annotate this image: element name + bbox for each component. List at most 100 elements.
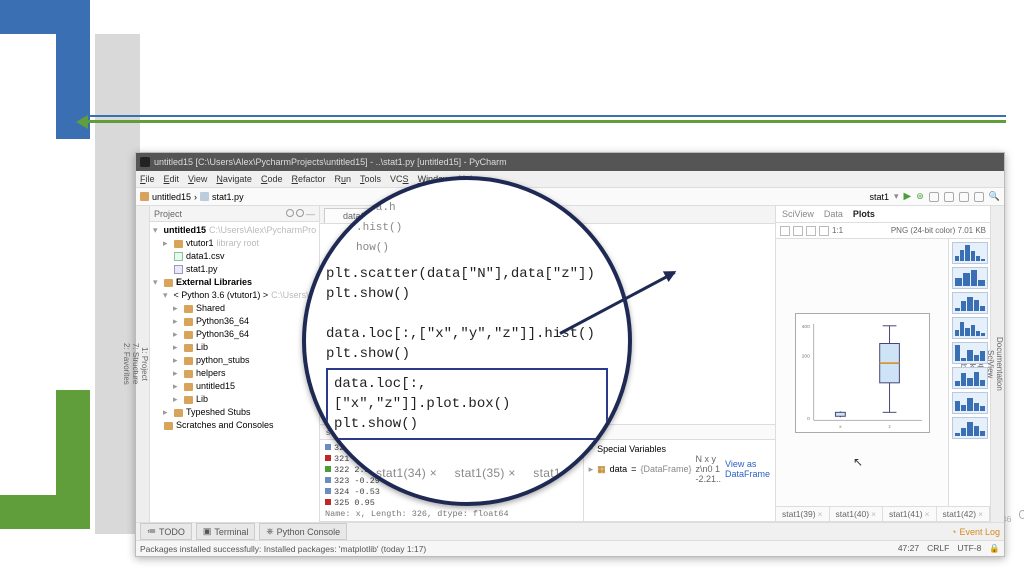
tab-terminal[interactable]: ▣ Terminal [196,523,256,540]
slide-bracket-bottom [0,390,90,529]
tab-data[interactable]: Data [824,209,843,219]
breadcrumb[interactable]: untitled15 › stat1.py [140,192,244,202]
menu-tools[interactable]: Tools [360,174,381,184]
titlebar[interactable]: untitled15 [C:\Users\Alex\PycharmProject… [136,153,1004,171]
plot-thumbnail[interactable] [952,367,988,389]
slide-rule-blue [88,115,1006,117]
tree-row[interactable]: ▾External Libraries [153,276,316,289]
tab-plots[interactable]: Plots [853,209,875,219]
gear-icon[interactable] [1019,510,1024,519]
tree-row[interactable]: ▸Typeshed Stubs [153,406,316,419]
gear-icon[interactable] [296,209,304,217]
zoom-out-icon[interactable] [819,226,829,236]
plot-thumbnail[interactable] [952,392,988,414]
file-icon [200,192,209,201]
gutter-favorites[interactable]: 2: Favorites [122,206,131,522]
search-icon[interactable]: 🔍 [989,191,1000,202]
crumb-file[interactable]: stat1.py [212,192,244,202]
app-icon [140,157,150,167]
navigation-bar: untitled15 › stat1.py stat1 ▾ ▶ ⊛ 🔍 [136,188,1004,206]
gutter-project[interactable]: 1: Project [140,206,149,522]
zoom-lens: data.h.hist()how() plt.scatter(data["N"]… [302,176,632,506]
zoom-in-icon[interactable] [806,226,816,236]
gutter-structure[interactable]: 7: Structure [131,206,140,522]
tree-row[interactable]: ▸vtutor1 library root [153,237,316,250]
save-icon[interactable] [793,226,803,236]
tree-row[interactable]: ▸python_stubs [153,354,316,367]
event-log-button[interactable]: ◔ Event Log [951,527,1000,537]
view-dataframe-link[interactable]: View as DataFrame [725,459,770,479]
menu-vcs[interactable]: VCS [390,174,409,184]
tree-row[interactable]: ▸Shared [153,302,316,315]
menu-edit[interactable]: Edit [164,174,180,184]
plot-thumbnail[interactable] [952,342,988,364]
tool-window-tabs[interactable]: ≔ TODO ▣ Terminal ⎈ Python Console ◔ Eve… [136,522,1004,540]
menubar[interactable]: File Edit View Navigate Code Refactor Ru… [136,171,1004,188]
menu-code[interactable]: Code [261,174,283,184]
slide-arrow-green [88,120,1006,123]
bottom-tabs-right[interactable]: stat1(39) ×stat1(40) ×stat1(41) ×stat1(4… [776,506,990,522]
plot-thumbnail[interactable] [952,417,988,439]
plot-thumbnail[interactable] [952,242,988,264]
tree-row[interactable]: ▾untitled15 C:\Users\Alex\PycharmProject… [153,224,316,237]
profile-icon[interactable] [944,192,954,202]
svg-text:0: 0 [807,416,810,422]
code-highlight: data.loc[:,["x","z"]].plot.box()plt.show… [326,368,608,440]
menu-view[interactable]: View [188,174,207,184]
run-config-select[interactable]: stat1 [869,192,889,202]
collapse-icon[interactable] [286,209,294,217]
tab-sciview[interactable]: SciView [782,209,814,219]
expand-icon[interactable] [780,226,790,236]
plot-thumbnail[interactable] [952,292,988,314]
chevron-right-icon[interactable]: ▸ [589,464,594,475]
title-text: untitled15 [C:\Users\Alex\PycharmProject… [154,157,507,167]
plot-thumbnail[interactable] [952,317,988,339]
crumb-root[interactable]: untitled15 [152,192,191,202]
variables-panel[interactable]: ▸ Special Variables ▸ ▦ data = {DataFram… [584,440,775,521]
stop-icon[interactable] [974,192,984,202]
menu-file[interactable]: File [140,174,155,184]
bottom-tab[interactable]: stat1(39) × [776,507,830,521]
sciview-pane: SciView Data Plots 1:1 PNG (24-bit color… [775,206,990,522]
status-bar: Packages installed successfully: Install… [136,540,1004,556]
line-separator[interactable]: CRLF [927,543,949,554]
plot-thumbnail[interactable] [952,267,988,289]
menu-run[interactable]: Run [334,174,351,184]
tree-row[interactable]: ▸helpers [153,367,316,380]
sciview-tabs[interactable]: SciView Data Plots [776,206,990,223]
left-tool-gutter[interactable]: 1: Project 7: Structure 2: Favorites [136,206,150,522]
menu-refactor[interactable]: Refactor [291,174,325,184]
tree-row[interactable]: ▸Lib [153,393,316,406]
run-icon[interactable]: ▶ [904,191,912,202]
tree-row[interactable]: ▾< Python 3.6 (vtutor1) > C:\Users\Alex\… [153,289,316,302]
tree-row[interactable]: stat1.py [153,263,316,276]
attach-icon[interactable] [959,192,969,202]
tree-row[interactable]: ▸Python36_64 [153,328,316,341]
var-summary: N x y z\n0 1 -2.21.. [695,454,721,484]
svg-text:200: 200 [801,353,809,359]
special-vars[interactable]: Special Variables [597,444,666,454]
coverage-icon[interactable] [929,192,939,202]
tree-row[interactable]: ▸untitled15 [153,380,316,393]
tab-python-console[interactable]: ⎈ Python Console [259,523,347,540]
status-message: Packages installed successfully: Install… [140,544,426,554]
project-pane: Project — ▾untitled15 C:\Users\Alex\Pych… [150,206,320,522]
gutter-documentation[interactable]: Documentation [995,206,1004,522]
menu-navigate[interactable]: Navigate [216,174,252,184]
bottom-tab[interactable]: stat1(41) × [883,507,937,521]
zoom-level: 1:1 [832,226,843,235]
tree-row[interactable]: ▸Python36_64 [153,315,316,328]
tree-row[interactable]: Scratches and Consoles [153,419,316,432]
tab-todo[interactable]: ≔ TODO [140,523,192,540]
bottom-tab[interactable]: stat1(40) × [830,507,884,521]
folder-icon [140,192,149,201]
tree-row[interactable]: data1.csv [153,250,316,263]
hide-icon[interactable]: — [306,209,315,219]
zoom-bottom-tabs: stat1(34) × stat1(35) × stat1 [376,466,575,480]
var-name[interactable]: data [610,464,628,474]
encoding[interactable]: UTF-8 [957,543,981,554]
project-tree[interactable]: ▾untitled15 C:\Users\Alex\PycharmProject… [150,222,319,434]
tree-row[interactable]: ▸Lib [153,341,316,354]
debug-icon[interactable]: ⊛ [916,191,924,202]
right-tool-gutter[interactable]: Documentation SciView R Graphics R Packa… [990,206,1004,522]
